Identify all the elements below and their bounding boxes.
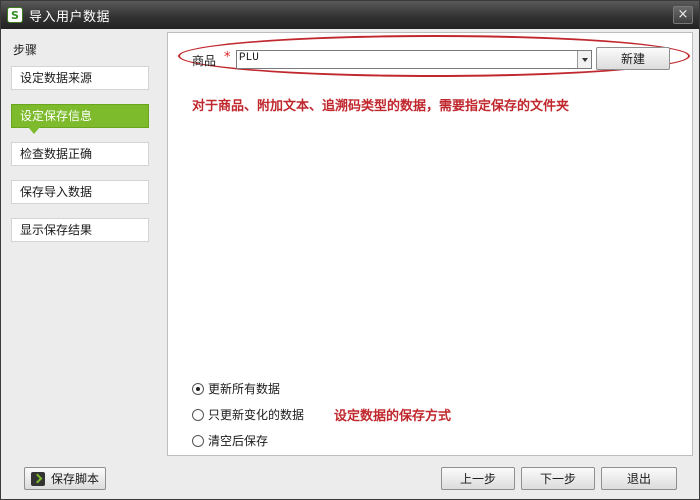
radio-label: 清空后保存: [208, 434, 269, 448]
script-icon: [30, 471, 45, 486]
step-set-save-info[interactable]: 设定保存信息: [11, 104, 149, 134]
step-label: 保存导入数据: [20, 185, 93, 199]
radio-button[interactable]: [192, 382, 204, 395]
next-step-button[interactable]: 下一步: [521, 467, 595, 490]
close-button[interactable]: ×: [673, 6, 693, 24]
app-logo-letter: S: [11, 8, 19, 22]
close-icon: ×: [677, 7, 689, 22]
steps-title: 步骤: [13, 43, 38, 57]
steps-sidebar: 步骤 设定数据来源 设定保存信息 检查数据正确 保存导入数据 显示保存结果: [11, 41, 156, 256]
step-set-data-source[interactable]: 设定数据来源: [11, 66, 149, 90]
app-logo-icon: S: [7, 7, 23, 23]
select-value: PLU: [239, 52, 259, 64]
radio-update-changed[interactable]: 只更新变化的数据: [192, 406, 304, 423]
step-label: 显示保存结果: [20, 223, 93, 237]
step-label: 设定数据来源: [20, 71, 93, 85]
radio-button[interactable]: [192, 434, 204, 447]
product-folder-select[interactable]: PLU: [236, 50, 592, 69]
step-save-import-data[interactable]: 保存导入数据: [11, 180, 149, 204]
required-mark: *: [224, 50, 231, 65]
content-panel: 商品 * PLU 新建 对于商品、附加文本、追溯码类型的数据，需要指定保存的文件…: [167, 32, 693, 456]
save-script-button[interactable]: 保存脚本: [24, 467, 106, 490]
step-show-result[interactable]: 显示保存结果: [11, 218, 149, 242]
step-label: 设定保存信息: [20, 109, 93, 123]
exit-button[interactable]: 退出: [601, 467, 677, 490]
radio-update-all[interactable]: 更新所有数据: [192, 380, 280, 397]
step-check-data[interactable]: 检查数据正确: [11, 142, 149, 166]
new-button[interactable]: 新建: [596, 47, 670, 70]
step-label: 检查数据正确: [20, 147, 93, 161]
title-bar[interactable]: S 导入用户数据 ×: [1, 1, 699, 29]
folder-annotation: 对于商品、附加文本、追溯码类型的数据，需要指定保存的文件夹: [192, 99, 570, 114]
radio-label: 只更新变化的数据: [208, 408, 305, 422]
chevron-down-icon: [581, 57, 588, 62]
product-field-label: 商品: [192, 54, 217, 68]
dropdown-button[interactable]: [577, 51, 591, 68]
save-mode-annotation: 设定数据的保存方式: [334, 409, 452, 424]
radio-clear-then-save[interactable]: 清空后保存: [192, 432, 268, 449]
radio-label: 更新所有数据: [208, 382, 281, 396]
import-user-data-window: S 导入用户数据 × 步骤 设定数据来源 设定保存信息 检查数据正确 保存导入数…: [0, 0, 700, 500]
radio-button[interactable]: [192, 408, 204, 421]
previous-step-button[interactable]: 上一步: [441, 467, 515, 490]
save-script-label: 保存脚本: [50, 472, 99, 486]
window-title: 导入用户数据: [29, 9, 111, 25]
